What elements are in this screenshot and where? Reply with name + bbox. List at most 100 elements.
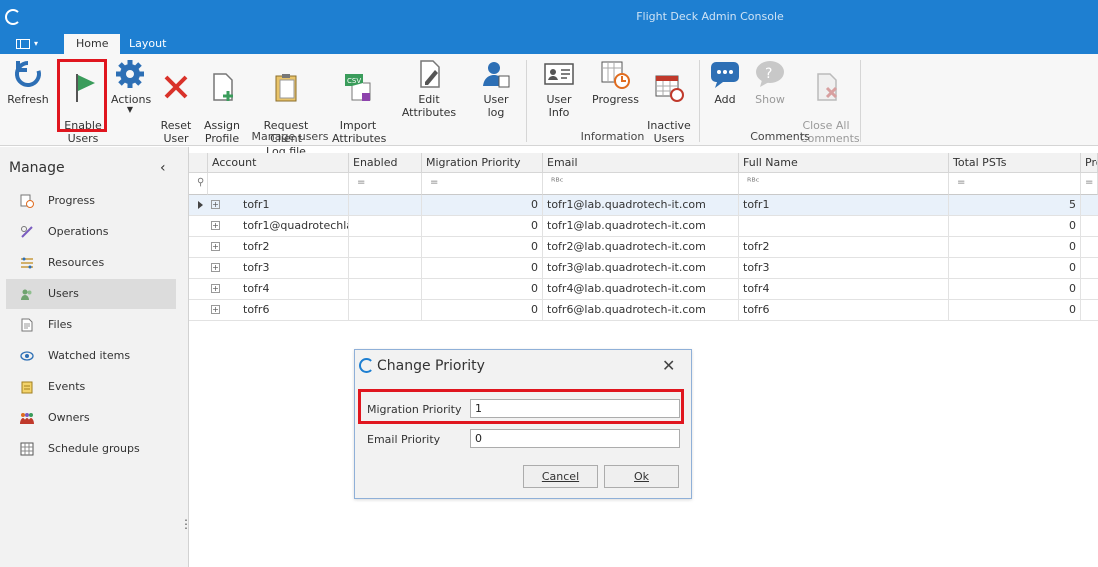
user-log-icon xyxy=(483,62,510,88)
user-log-button[interactable]: User log xyxy=(474,58,518,119)
calendar-clock-icon xyxy=(655,75,684,102)
title-bar: Flight Deck Admin Console xyxy=(0,0,1098,34)
cell-full-name xyxy=(739,216,949,236)
filter-equals-icon: = xyxy=(357,177,366,188)
column-header-total-psts[interactable]: Total PSTs xyxy=(949,153,1081,173)
sidebar-item-label: Files xyxy=(48,318,73,331)
sidebar-item-schedule-groups[interactable]: Schedule groups xyxy=(6,434,176,464)
chevron-down-icon: ▼ xyxy=(126,105,134,114)
refresh-label: Refresh xyxy=(7,93,49,106)
column-header-pro[interactable]: Pro xyxy=(1081,153,1098,173)
id-card-icon xyxy=(544,63,574,85)
expand-row-icon[interactable]: + xyxy=(211,221,220,230)
expand-row-icon[interactable]: + xyxy=(211,242,220,251)
svg-text:?: ? xyxy=(765,66,772,82)
cell-email: tofr6@lab.quadrotech-it.com xyxy=(543,300,739,320)
cell-total-psts: 0 xyxy=(949,279,1081,299)
table-row[interactable]: + tofr3 0 tofr3@lab.quadrotech-it.com to… xyxy=(189,258,1098,279)
migration-priority-input[interactable] xyxy=(470,399,680,418)
request-client-log-button[interactable]: Request Client Log file xyxy=(249,58,323,158)
edit-document-icon xyxy=(420,60,440,88)
column-header-migration-priority[interactable]: Migration Priority xyxy=(422,153,543,173)
expand-row-icon[interactable]: + xyxy=(211,263,220,272)
table-row[interactable]: + tofr4 0 tofr4@lab.quadrotech-it.com to… xyxy=(189,279,1098,300)
cell-email: tofr1@lab.quadrotech-it.com xyxy=(543,195,739,215)
close-icon xyxy=(164,75,188,99)
sidebar-item-files[interactable]: Files xyxy=(6,310,176,340)
table-row[interactable]: + tofr2 0 tofr2@lab.quadrotech-it.com to… xyxy=(189,237,1098,258)
progress-icon xyxy=(20,194,34,208)
actions-button[interactable]: Actions ▼ xyxy=(111,58,151,114)
email-priority-input[interactable] xyxy=(470,429,680,448)
group-separator xyxy=(699,60,700,142)
filter-cell-pro[interactable]: = xyxy=(1081,173,1098,195)
filter-text-icon: ᴿᴮᶜ xyxy=(551,177,564,188)
change-priority-dialog: Change Priority ✕ Migration Priority Ema… xyxy=(354,349,692,499)
expand-row-icon[interactable]: + xyxy=(211,284,220,293)
sidebar-item-label: Schedule groups xyxy=(48,442,140,455)
cell-enabled xyxy=(349,237,422,257)
group-separator xyxy=(526,60,527,142)
column-header-enabled[interactable]: Enabled xyxy=(349,153,422,173)
sidebar-item-watched-items[interactable]: Watched items xyxy=(6,341,176,371)
filter-cell-full-name[interactable]: ᴿᴮᶜ xyxy=(739,173,949,195)
sidebar-splitter-grip[interactable]: ⋮ xyxy=(180,517,192,531)
users-icon xyxy=(21,289,32,300)
tab-home[interactable]: Home xyxy=(64,34,121,54)
events-icon xyxy=(21,381,33,394)
cell-full-name: tofr4 xyxy=(739,279,949,299)
dialog-title: Change Priority xyxy=(377,358,485,374)
edit-attributes-button[interactable]: Edit Attributes xyxy=(393,58,465,119)
gear-icon xyxy=(116,60,144,88)
close-icon[interactable]: ✕ xyxy=(662,356,675,375)
cell-enabled xyxy=(349,300,422,320)
reset-user-label: Reset User xyxy=(160,119,192,145)
cell-account: tofr6 xyxy=(239,300,349,320)
filter-cell-total-psts[interactable]: = xyxy=(949,173,1081,195)
refresh-button[interactable]: Refresh xyxy=(7,58,49,106)
ok-button[interactable]: Ok xyxy=(604,465,679,488)
quick-access-menu-button[interactable]: ▾ xyxy=(14,37,42,51)
group-label-information: Information xyxy=(580,130,645,143)
user-info-label: User Info xyxy=(546,93,572,119)
current-row-indicator-icon xyxy=(198,201,203,209)
column-header-account[interactable]: Account xyxy=(208,153,363,173)
sidebar-item-resources[interactable]: Resources xyxy=(6,248,176,278)
table-row[interactable]: + tofr1 0 tofr1@lab.quadrotech-it.com to… xyxy=(189,195,1098,216)
show-comment-label: Show xyxy=(755,93,785,106)
collapse-sidebar-icon[interactable]: ‹ xyxy=(160,160,166,176)
cancel-button[interactable]: Cancel xyxy=(523,465,598,488)
show-comment-button[interactable]: ? Show xyxy=(752,58,788,106)
user-info-button[interactable]: User Info xyxy=(535,58,583,119)
sidebar-item-events[interactable]: Events xyxy=(6,372,176,402)
filter-cell-account[interactable] xyxy=(208,173,349,195)
filter-cell-migration-priority[interactable]: = xyxy=(422,173,543,195)
reset-user-button[interactable]: Reset User xyxy=(157,58,195,145)
tab-layout[interactable]: Layout xyxy=(117,34,178,54)
progress-button[interactable]: Progress xyxy=(592,58,639,106)
sidebar-item-progress[interactable]: Progress xyxy=(6,186,176,216)
column-header-full-name[interactable]: Full Name xyxy=(739,153,949,173)
table-row[interactable]: + tofr1@quadrotechlab 0 tofr1@lab.quadro… xyxy=(189,216,1098,237)
filter-cell-enabled[interactable]: = xyxy=(349,173,422,195)
filter-equals-icon: = xyxy=(957,177,966,188)
cell-enabled xyxy=(349,258,422,278)
owners-icon xyxy=(20,413,34,424)
expand-row-icon[interactable]: + xyxy=(211,305,220,314)
layout-icon xyxy=(16,39,30,49)
sidebar-item-owners[interactable]: Owners xyxy=(6,403,176,433)
filter-icon: ⚲ xyxy=(197,177,205,188)
add-comment-button[interactable]: Add xyxy=(708,58,742,106)
cell-migration-priority: 0 xyxy=(422,300,543,320)
document-close-icon xyxy=(817,73,838,101)
expand-row-icon[interactable]: + xyxy=(211,200,220,209)
table-row[interactable]: + tofr6 0 tofr6@lab.quadrotech-it.com to… xyxy=(189,300,1098,321)
window-title: Flight Deck Admin Console xyxy=(636,10,784,23)
chevron-down-icon: ▾ xyxy=(34,39,39,48)
sidebar-item-users[interactable]: Users xyxy=(6,279,176,309)
cell-account: tofr2 xyxy=(239,237,349,257)
sidebar-item-operations[interactable]: Operations xyxy=(6,217,176,247)
column-header-email[interactable]: Email xyxy=(543,153,739,173)
app-logo-icon xyxy=(5,9,21,25)
filter-cell-email[interactable]: ᴿᴮᶜ xyxy=(543,173,739,195)
